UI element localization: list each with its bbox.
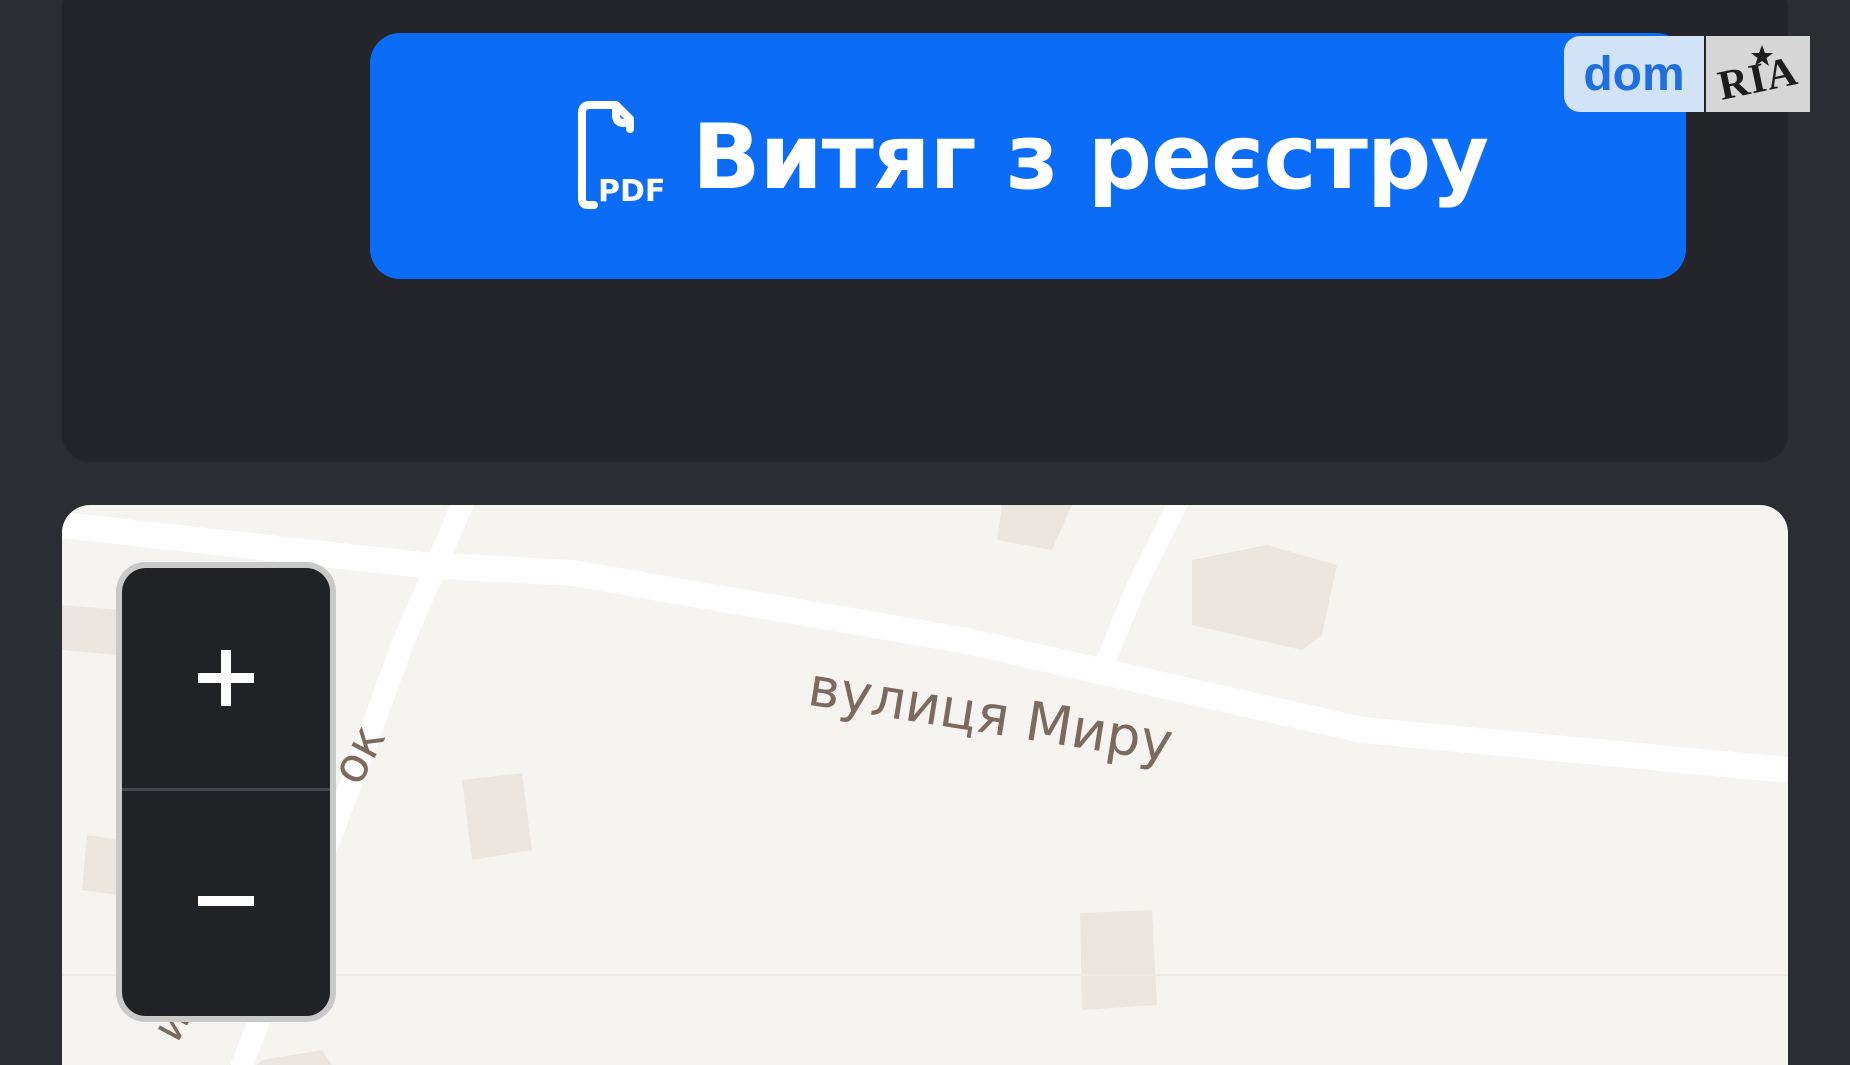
registry-extract-label: Витяг з реєстру (691, 105, 1489, 210)
map-zoom-control (116, 562, 336, 1022)
map-building (997, 505, 1072, 550)
zoom-out-button[interactable] (122, 791, 330, 1011)
pdf-icon-text: PDF (598, 174, 665, 209)
pdf-file-icon: PDF (577, 101, 665, 209)
logo-ria-block: RIA (1706, 36, 1810, 112)
map-building (1192, 545, 1337, 650)
domria-logo[interactable]: dom RIA (1564, 36, 1810, 112)
map-building (462, 773, 532, 860)
logo-dom-text: dom (1564, 36, 1704, 112)
map-building (62, 605, 122, 655)
zoom-in-button[interactable] (122, 568, 330, 788)
logo-ria-text: RIA (1714, 48, 1802, 110)
minus-icon (198, 896, 254, 906)
plus-icon (198, 650, 254, 706)
map-building (1080, 910, 1157, 1010)
map-building (257, 1050, 332, 1065)
registry-extract-button[interactable]: PDF Витяг з реєстру (370, 33, 1686, 279)
